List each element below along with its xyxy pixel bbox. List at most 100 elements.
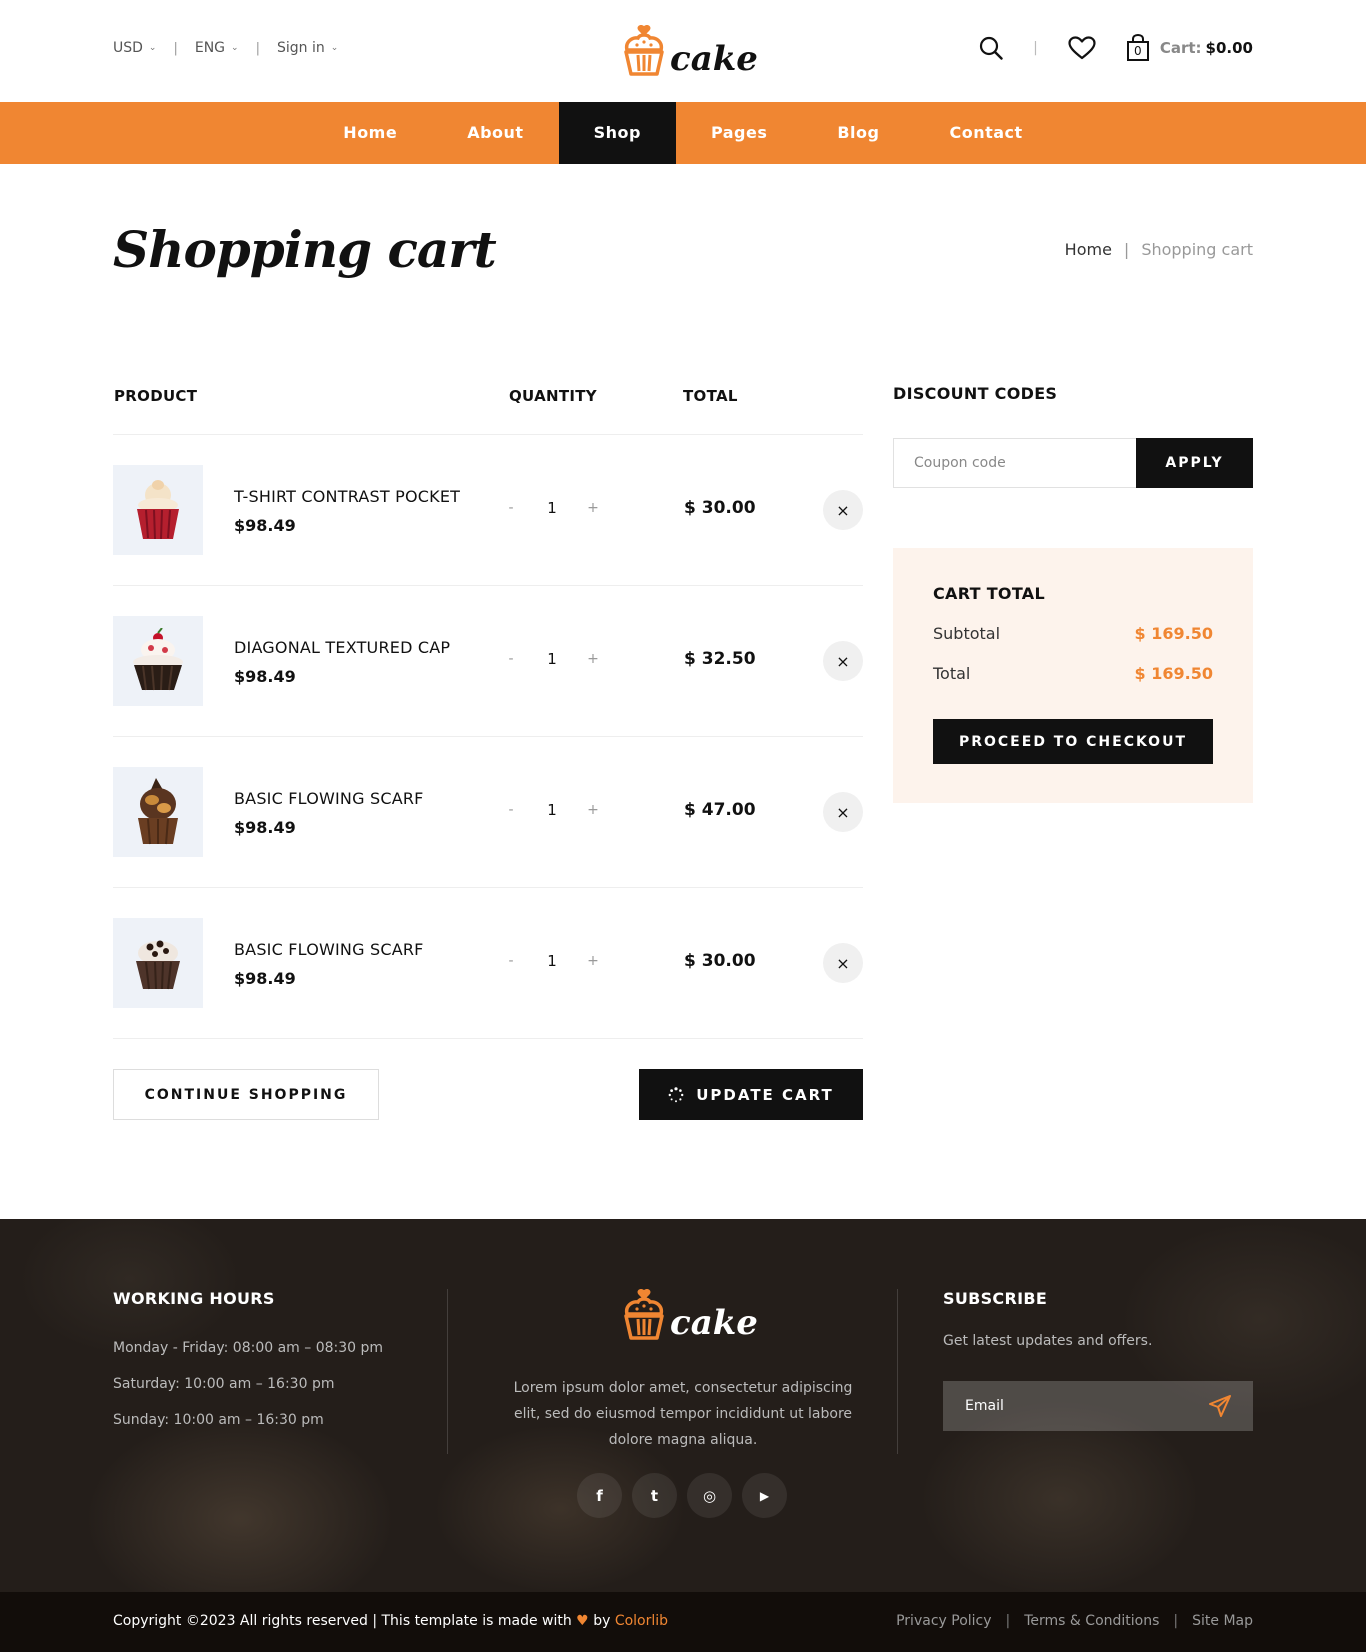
main-nav: Home About Shop Pages Blog Contact [0, 102, 1366, 164]
instagram-icon[interactable]: ◎ [687, 1473, 732, 1518]
facebook-icon[interactable]: f [577, 1473, 622, 1518]
product-image[interactable] [113, 767, 203, 857]
coupon-form: APPLY [893, 438, 1253, 488]
apply-coupon-button[interactable]: APPLY [1136, 438, 1253, 488]
twitter-icon[interactable]: t [632, 1473, 677, 1518]
separator: | [1033, 39, 1038, 56]
row-divider [113, 887, 863, 888]
nav-blog[interactable]: Blog [802, 102, 914, 164]
continue-shopping-button[interactable]: CONTINUE SHOPPING [113, 1069, 379, 1120]
remove-item-button[interactable]: × [823, 641, 863, 681]
site-map-link[interactable]: Site Map [1192, 1613, 1253, 1629]
separator: | [173, 40, 178, 56]
product-price: $98.49 [234, 516, 296, 535]
site-footer: WORKING HOURS Monday - Friday: 08:00 am … [0, 1219, 1366, 1592]
product-image[interactable] [113, 465, 203, 555]
subtotal-label: Subtotal [933, 624, 1001, 643]
header-actions: | 0 Cart: $0.00 [979, 33, 1253, 61]
product-name[interactable]: T-SHIRT CONTRAST POCKET [234, 487, 460, 506]
nav-about[interactable]: About [432, 102, 558, 164]
cupcake-logo-icon [624, 1288, 664, 1340]
product-name[interactable]: DIAGONAL TEXTURED CAP [234, 638, 450, 657]
search-icon[interactable] [979, 36, 1003, 60]
update-cart-button[interactable]: UPDATE CART [639, 1069, 863, 1120]
language-selector[interactable]: ENG ⌄ [195, 40, 239, 56]
row-divider [113, 736, 863, 737]
hours-weekday: Monday - Friday: 08:00 am – 08:30 pm [113, 1340, 384, 1356]
checkout-button[interactable]: PROCEED TO CHECKOUT [933, 719, 1213, 764]
coupon-input[interactable] [893, 438, 1136, 488]
update-cart-label: UPDATE CART [696, 1085, 834, 1104]
increment-button[interactable]: + [587, 651, 599, 667]
remove-item-button[interactable]: × [823, 490, 863, 530]
decrement-button[interactable]: - [505, 802, 517, 818]
subtotal-row: Subtotal $ 169.50 [933, 624, 1213, 643]
shopping-bag-icon: 0 [1126, 33, 1150, 61]
subscribe-text: Get latest updates and offers. [943, 1333, 1153, 1349]
remove-item-button[interactable]: × [823, 792, 863, 832]
column-header-quantity: QUANTITY [509, 387, 597, 405]
signin-link[interactable]: Sign in ⌄ [277, 40, 338, 56]
product-price: $98.49 [234, 969, 296, 988]
privacy-policy-link[interactable]: Privacy Policy [896, 1613, 991, 1629]
row-divider [113, 585, 863, 586]
product-name[interactable]: BASIC FLOWING SCARF [234, 789, 424, 808]
currency-label: USD [113, 40, 143, 56]
cupcake-image [137, 480, 179, 540]
cart-item: BASIC FLOWING SCARF $98.49 - 1 + $ 30.00… [113, 918, 863, 1008]
footer-divider [897, 1289, 898, 1454]
heart-icon: ♥ [576, 1613, 589, 1629]
heart-icon[interactable] [1068, 35, 1096, 60]
quantity-input[interactable]: 1 [517, 499, 587, 517]
hours-saturday: Saturday: 10:00 am – 16:30 pm [113, 1376, 335, 1392]
copyright: Copyright ©2023 All rights reserved | Th… [113, 1613, 668, 1629]
quantity-input[interactable]: 1 [517, 952, 587, 970]
cart-count: 0 [1134, 44, 1142, 58]
item-total: $ 30.00 [684, 498, 756, 518]
product-image[interactable] [113, 616, 203, 706]
cart-link[interactable]: 0 Cart: $0.00 [1126, 33, 1253, 61]
quantity-input[interactable]: 1 [517, 650, 587, 668]
decrement-button[interactable]: - [505, 651, 517, 667]
cupcake-image [133, 628, 183, 691]
copyright-by: by [593, 1613, 611, 1629]
column-header-product: PRODUCT [114, 387, 198, 405]
separator: | [1173, 1613, 1179, 1629]
increment-button[interactable]: + [587, 802, 599, 818]
increment-button[interactable]: + [587, 953, 599, 969]
nav-pages[interactable]: Pages [676, 102, 802, 164]
site-logo[interactable]: cake [622, 24, 758, 76]
colorlib-link[interactable]: Colorlib [615, 1613, 668, 1629]
header-options: USD ⌄ | ENG ⌄ | Sign in ⌄ [113, 40, 338, 56]
cart-item: T-SHIRT CONTRAST POCKET $98.49 - 1 + $ 3… [113, 465, 863, 555]
cart-total-panel: CART TOTAL Subtotal $ 169.50 Total $ 169… [893, 548, 1253, 803]
nav-shop[interactable]: Shop [558, 102, 676, 164]
subscribe-form [943, 1381, 1253, 1431]
remove-item-button[interactable]: × [823, 943, 863, 983]
send-icon[interactable] [1209, 1395, 1231, 1417]
quantity-input[interactable]: 1 [517, 801, 587, 819]
nav-contact[interactable]: Contact [914, 102, 1057, 164]
decrement-button[interactable]: - [505, 953, 517, 969]
breadcrumb-home[interactable]: Home [1065, 240, 1112, 259]
separator: | [1123, 240, 1130, 259]
currency-selector[interactable]: USD ⌄ [113, 40, 156, 56]
breadcrumb: Home | Shopping cart [1065, 240, 1253, 259]
youtube-icon[interactable]: ▶ [742, 1473, 787, 1518]
cart-amount: $0.00 [1205, 38, 1253, 57]
total-label: Total [933, 664, 971, 683]
subtotal-value: $ 169.50 [1134, 624, 1213, 643]
decrement-button[interactable]: - [505, 500, 517, 516]
terms-link[interactable]: Terms & Conditions [1024, 1613, 1159, 1629]
total-row: Total $ 169.50 [933, 664, 1213, 683]
social-links: f t ◎ ▶ [577, 1473, 787, 1518]
product-name[interactable]: BASIC FLOWING SCARF [234, 940, 424, 959]
email-field[interactable] [965, 1398, 1185, 1414]
footer-logo[interactable]: cake [622, 1288, 758, 1340]
nav-home[interactable]: Home [308, 102, 432, 164]
increment-button[interactable]: + [587, 500, 599, 516]
bottom-bar: Copyright ©2023 All rights reserved | Th… [0, 1592, 1366, 1652]
cupcake-logo-icon [624, 24, 664, 76]
discount-title: DISCOUNT CODES [893, 384, 1058, 403]
product-image[interactable] [113, 918, 203, 1008]
